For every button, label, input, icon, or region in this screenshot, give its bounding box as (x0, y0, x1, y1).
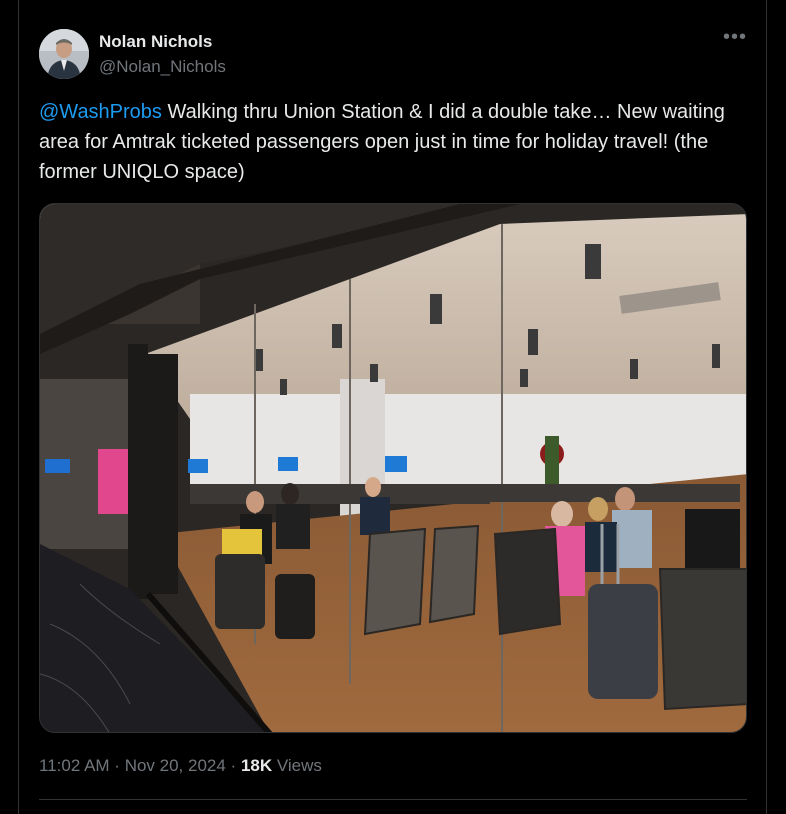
avatar[interactable] (39, 29, 89, 79)
meta-separator: · (109, 756, 125, 775)
tweet-text: @WashProbs Walking thru Union Station & … (39, 97, 751, 187)
avatar-image (39, 29, 89, 79)
mention-link[interactable]: @WashProbs (39, 101, 162, 123)
tweet-metadata: 11:02 AM · Nov 20, 2024 · 18K Views (39, 756, 322, 776)
views-count: 18K (240, 756, 273, 775)
views-label: Views (272, 756, 322, 775)
post-date[interactable]: Nov 20, 2024 (125, 756, 226, 775)
tweet-photo[interactable] (39, 203, 747, 733)
photo-waiting-area (40, 204, 746, 732)
meta-separator: · (225, 756, 241, 775)
display-name[interactable]: Nolan Nichols (99, 32, 212, 52)
divider (39, 799, 747, 800)
user-handle[interactable]: @Nolan_Nichols (99, 57, 226, 77)
more-horizontal-icon[interactable]: ••• (722, 27, 748, 52)
post-time[interactable]: 11:02 AM (39, 756, 110, 775)
